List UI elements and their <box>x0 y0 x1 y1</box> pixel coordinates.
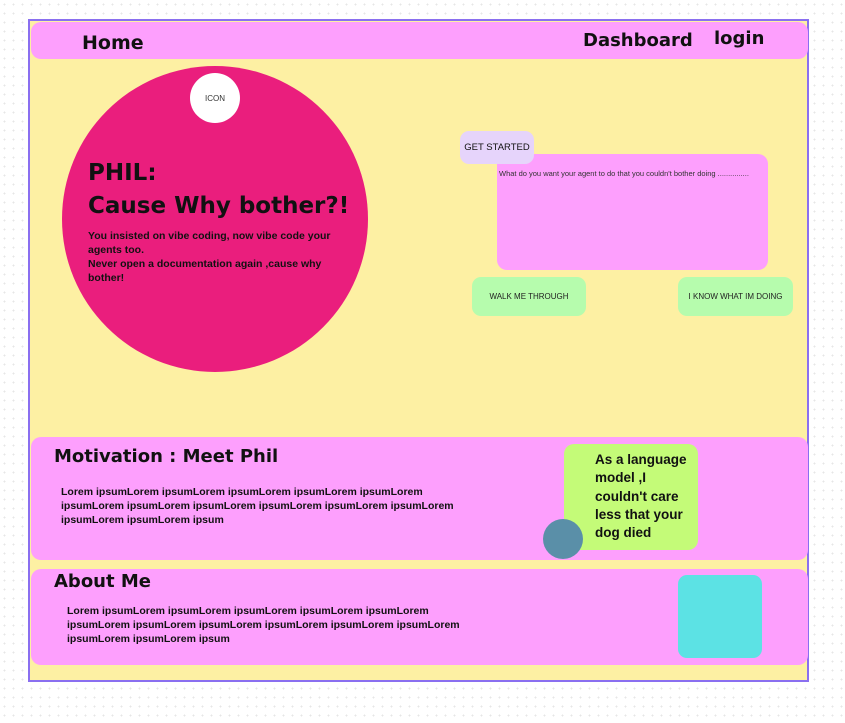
navbar: Home Dashboard login <box>31 22 808 59</box>
phil-avatar <box>543 519 583 559</box>
hero-description: You insisted on vibe coding, now vibe co… <box>88 229 340 285</box>
walk-me-through-button[interactable]: WALK ME THROUGH <box>472 277 586 316</box>
quote-text: As a language model ,I couldn't care les… <box>595 452 687 541</box>
nav-home-link[interactable]: Home <box>82 32 144 54</box>
motivation-title: Motivation : Meet Phil <box>54 446 279 467</box>
app-icon: ICON <box>190 73 240 123</box>
hero-subtitle: Cause Why bother?! <box>88 193 350 219</box>
hero-line-1: You insisted on vibe coding, now vibe co… <box>88 230 331 256</box>
agent-prompt-box[interactable]: What do you want your agent to do that y… <box>497 154 768 270</box>
hero-title: PHIL: <box>88 160 157 186</box>
about-body: Lorem ipsumLorem ipsumLorem ipsumLorem i… <box>67 605 460 645</box>
quote-bubble: As a language model ,I couldn't care les… <box>564 444 698 550</box>
page-frame: Home Dashboard login ICON PHIL: Cause Wh… <box>28 19 809 682</box>
i-know-what-im-doing-button[interactable]: I KNOW WHAT IM DOING <box>678 277 793 316</box>
motivation-body: Lorem ipsumLorem ipsumLorem ipsumLorem i… <box>61 486 454 526</box>
hero-line-2: Never open a documentation again ,cause … <box>88 258 322 284</box>
get-started-button[interactable]: GET STARTED <box>460 131 534 164</box>
about-title: About Me <box>54 571 151 592</box>
agent-prompt-placeholder[interactable]: What do you want your agent to do that y… <box>499 168 765 180</box>
about-image <box>678 575 762 658</box>
nav-dashboard-link[interactable]: Dashboard <box>583 30 693 51</box>
nav-login-link[interactable]: login <box>714 28 764 49</box>
icon-label: ICON <box>205 93 225 103</box>
